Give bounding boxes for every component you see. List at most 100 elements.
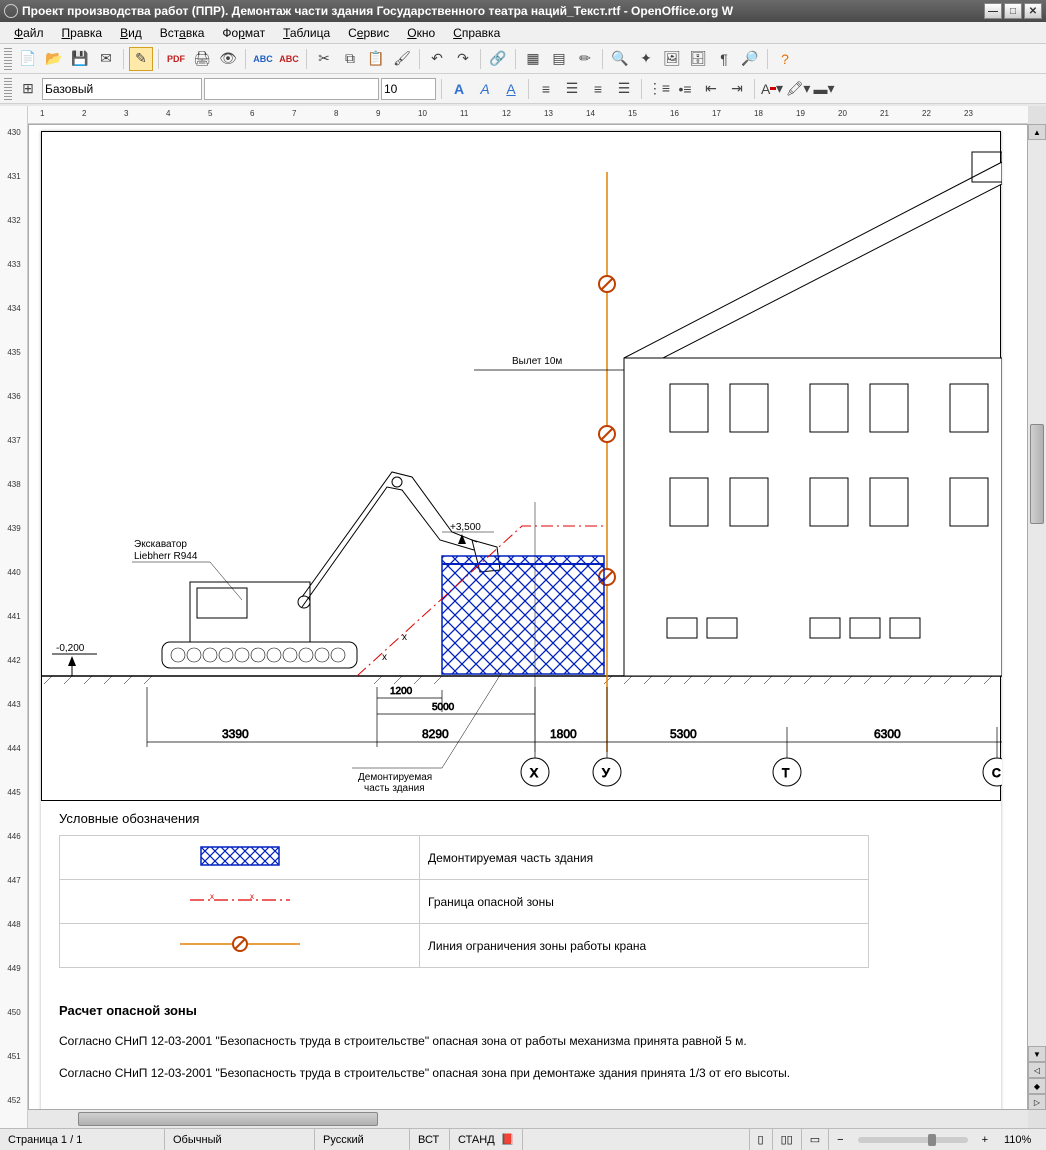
font-size-combo[interactable] xyxy=(381,78,436,100)
svg-text:Т: Т xyxy=(782,766,790,780)
align-center-icon[interactable]: ☰ xyxy=(560,77,584,101)
print-preview-icon[interactable]: 👁 xyxy=(216,47,240,71)
titlebar: Проект производства работ (ППР). Демонта… xyxy=(0,0,1046,22)
zoom-slider[interactable] xyxy=(858,1137,968,1143)
zoom-in-button[interactable]: + xyxy=(974,1129,996,1150)
scrollbar-thumb[interactable] xyxy=(78,1112,378,1126)
svg-text:x: x xyxy=(250,894,254,901)
close-button[interactable]: ✕ xyxy=(1024,3,1042,19)
view-multi-icon[interactable]: ▯▯ xyxy=(773,1129,802,1150)
menu-table[interactable]: Таблица xyxy=(275,24,338,42)
svg-text:5000: 5000 xyxy=(432,702,455,713)
email-icon[interactable]: ✉ xyxy=(94,47,118,71)
underline-icon[interactable]: А xyxy=(499,77,523,101)
status-selection-mode[interactable]: СТАНД 📕 xyxy=(450,1129,523,1150)
menu-insert[interactable]: Вставка xyxy=(152,24,213,42)
find-icon[interactable]: 🔍 xyxy=(608,47,632,71)
vertical-scrollbar[interactable]: ▲ ▼ ◁ ◆ ▷ xyxy=(1028,124,1046,1110)
table-row: Линия ограничения зоны работы крана xyxy=(60,924,869,968)
font-color-icon[interactable]: A▾ xyxy=(760,77,784,101)
hyperlink-icon[interactable]: 🔗 xyxy=(486,47,510,71)
toolbar-grip[interactable] xyxy=(4,48,12,70)
save-icon[interactable]: 💾 xyxy=(68,47,92,71)
view-book-icon[interactable]: ▭ xyxy=(802,1129,829,1150)
paragraph-style-combo[interactable] xyxy=(42,78,202,100)
horizontal-scrollbar[interactable] xyxy=(28,1110,1028,1128)
spellcheck-icon[interactable]: ABC xyxy=(251,47,275,71)
menu-format[interactable]: Формат xyxy=(214,24,273,42)
scroll-down-button[interactable]: ▼ xyxy=(1028,1046,1046,1062)
autospell-icon[interactable]: ABC xyxy=(277,47,301,71)
align-right-icon[interactable]: ≡ xyxy=(586,77,610,101)
status-language[interactable]: Русский xyxy=(315,1129,410,1150)
formatting-toolbar: ⊞ A А А ≡ ☰ ≡ ☰ ⋮≡ •≡ ⇤ ⇥ A▾ 🖍▾ ▬▾ xyxy=(0,74,1046,104)
format-paint-icon[interactable]: 🖌 xyxy=(390,47,414,71)
bullet-list-icon[interactable]: •≡ xyxy=(673,77,697,101)
toolbar-grip[interactable] xyxy=(4,78,12,100)
zoom-percent[interactable]: 110% xyxy=(996,1129,1046,1150)
nonprint-icon[interactable]: ¶ xyxy=(712,47,736,71)
export-pdf-icon[interactable]: PDF xyxy=(164,47,188,71)
nav-anchor-button[interactable]: ◆ xyxy=(1028,1078,1046,1094)
document-viewport[interactable]: -0,200 xyxy=(28,124,1028,1110)
styles-dialog-icon[interactable]: ⊞ xyxy=(16,77,40,101)
horizontal-ruler[interactable]: 1234567891011121314151617181920212223 xyxy=(28,106,1028,124)
svg-text:8290: 8290 xyxy=(422,727,449,741)
insert-grid-icon[interactable]: ▤ xyxy=(547,47,571,71)
insert-table-icon[interactable]: ▦ xyxy=(521,47,545,71)
status-insert-mode[interactable]: ВСТ xyxy=(410,1129,450,1150)
minimize-button[interactable]: — xyxy=(984,3,1002,19)
statusbar: Страница 1 / 1 Обычный Русский ВСТ СТАНД… xyxy=(0,1128,1046,1150)
numbered-list-icon[interactable]: ⋮≡ xyxy=(647,77,671,101)
background-icon[interactable]: ▬▾ xyxy=(812,77,836,101)
menu-file[interactable]: Файл xyxy=(6,24,52,42)
menu-edit[interactable]: Правка xyxy=(54,24,111,42)
edit-mode-icon[interactable]: ✎ xyxy=(129,47,153,71)
status-style[interactable]: Обычный xyxy=(165,1129,315,1150)
show-draw-icon[interactable]: ✏ xyxy=(573,47,597,71)
next-page-button[interactable]: ▷ xyxy=(1028,1094,1046,1110)
align-left-icon[interactable]: ≡ xyxy=(534,77,558,101)
decrease-indent-icon[interactable]: ⇤ xyxy=(699,77,723,101)
view-single-icon[interactable]: ▯ xyxy=(750,1129,773,1150)
datasource-icon[interactable]: 🗄 xyxy=(686,47,710,71)
status-page[interactable]: Страница 1 / 1 xyxy=(0,1129,165,1150)
standard-toolbar: 📄 📂 💾 ✉ ✎ PDF 🖨 👁 ABC ABC ✂ ⧉ 📋 🖌 ↶ ↷ 🔗 … xyxy=(0,44,1046,74)
menu-service[interactable]: Сервис xyxy=(340,24,397,42)
scroll-up-button[interactable]: ▲ xyxy=(1028,124,1046,140)
svg-text:1800: 1800 xyxy=(550,727,577,741)
gallery-icon[interactable]: 🖼 xyxy=(660,47,684,71)
undo-icon[interactable]: ↶ xyxy=(425,47,449,71)
cut-icon[interactable]: ✂ xyxy=(312,47,336,71)
redo-icon[interactable]: ↷ xyxy=(451,47,475,71)
svg-text:1200: 1200 xyxy=(390,686,413,697)
italic-icon[interactable]: А xyxy=(473,77,497,101)
help-icon[interactable]: ? xyxy=(773,47,797,71)
paste-icon[interactable]: 📋 xyxy=(364,47,388,71)
menu-view[interactable]: Вид xyxy=(112,24,150,42)
zoom-icon[interactable]: 🔎 xyxy=(738,47,762,71)
copy-icon[interactable]: ⧉ xyxy=(338,47,362,71)
increase-indent-icon[interactable]: ⇥ xyxy=(725,77,749,101)
zoom-out-button[interactable]: − xyxy=(829,1129,851,1150)
new-doc-icon[interactable]: 📄 xyxy=(16,47,40,71)
print-icon[interactable]: 🖨 xyxy=(190,47,214,71)
app-icon xyxy=(4,4,18,18)
bold-icon[interactable]: A xyxy=(447,77,471,101)
document-area: 4304314324334344354364374384394404414424… xyxy=(0,106,1046,1128)
open-icon[interactable]: 📂 xyxy=(42,47,66,71)
technical-drawing: -0,200 xyxy=(41,131,1001,801)
prev-page-button[interactable]: ◁ xyxy=(1028,1062,1046,1078)
body-paragraph: Согласно СНиП 12-03-2001 "Безопасность т… xyxy=(59,1065,790,1082)
align-justify-icon[interactable]: ☰ xyxy=(612,77,636,101)
font-name-combo[interactable] xyxy=(204,78,379,100)
menu-window[interactable]: Окно xyxy=(399,24,443,42)
scrollbar-thumb[interactable] xyxy=(1030,424,1044,524)
highlight-icon[interactable]: 🖍▾ xyxy=(786,77,810,101)
legend-text: Линия ограничения зоны работы крана xyxy=(420,924,869,968)
zoom-slider-thumb[interactable] xyxy=(928,1134,936,1146)
navigator-icon[interactable]: ✦ xyxy=(634,47,658,71)
menu-help[interactable]: Справка xyxy=(445,24,508,42)
maximize-button[interactable]: □ xyxy=(1004,3,1022,19)
vertical-ruler[interactable]: 4304314324334344354364374384394404414424… xyxy=(0,106,28,1128)
